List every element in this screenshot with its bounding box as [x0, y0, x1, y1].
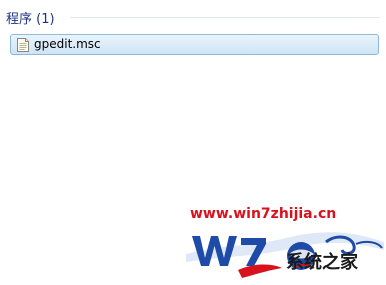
msc-file-icon: [16, 37, 30, 53]
watermark-brand: 系统之家: [286, 252, 358, 273]
results-group-header: 程序 (1): [0, 6, 386, 28]
results-group-title: 程序 (1): [6, 12, 55, 27]
result-item-gpedit[interactable]: gpedit.msc: [10, 34, 379, 55]
search-results-pane: 程序 (1) gpedit.msc www.win7zhijia.cn 系统之家: [0, 0, 386, 285]
watermark-url: www.win7zhijia.cn: [190, 206, 337, 222]
result-item-label: gpedit.msc: [34, 37, 101, 51]
group-divider: [70, 17, 380, 18]
